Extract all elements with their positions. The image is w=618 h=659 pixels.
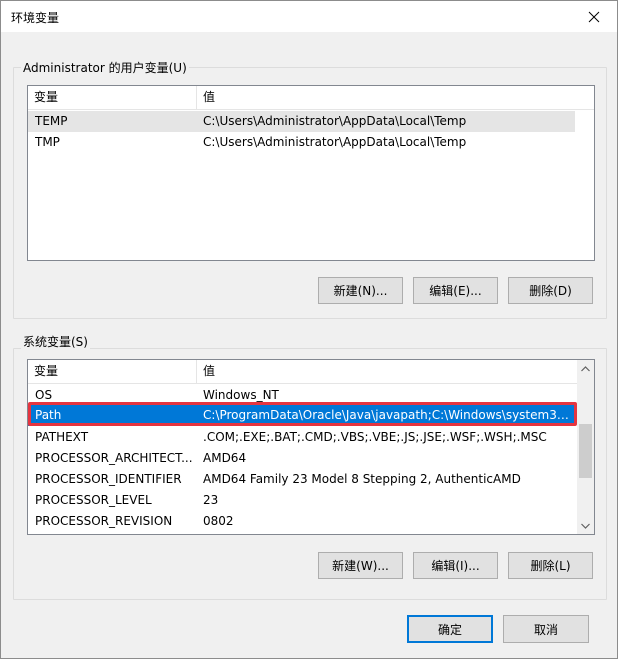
table-row[interactable]: PATHEXT .COM;.EXE;.BAT;.CMD;.VBS;.VBE;.J… [28,427,575,448]
title-bar: 环境变量 [1,1,617,32]
var-value: C:\Users\Administrator\AppData\Local\Tem… [203,135,467,149]
var-name: PATHEXT [35,430,89,444]
user-delete-button[interactable]: 删除(D) [508,277,593,304]
column-header-value[interactable]: 值 [197,86,577,109]
var-value: 0802 [203,514,234,528]
var-name: TEMP [35,114,68,128]
var-name: OS [35,388,53,402]
scroll-thumb[interactable] [579,424,592,478]
table-row[interactable]: PROCESSOR_ARCHITECT... AMD64 [28,448,575,469]
table-row[interactable]: PROCESSOR_LEVEL 23 [28,490,575,511]
system-new-button[interactable]: 新建(W)... [318,552,403,579]
table-row[interactable]: TEMP C:\Users\Administrator\AppData\Loca… [28,111,575,132]
var-name: PROCESSOR_ARCHITECT... [35,451,193,465]
var-value: C:\ProgramData\Oracle\Java\javapath;C:\W… [203,408,573,422]
chevron-up-icon [581,365,590,371]
var-name: TMP [35,135,60,149]
var-value: C:\Users\Administrator\AppData\Local\Tem… [203,114,467,128]
close-button[interactable] [571,1,617,32]
var-name: PROCESSOR_LEVEL [35,493,152,507]
var-value: AMD64 [203,451,247,465]
system-delete-button[interactable]: 删除(L) [508,552,593,579]
ok-button[interactable]: 确定 [407,615,493,643]
var-name: PROCESSOR_REVISION [35,514,173,528]
table-row[interactable]: PROCESSOR_REVISION 0802 [28,511,575,532]
column-header-name[interactable]: 变量 [28,360,197,383]
system-vars-label: 系统变量(S) [21,333,90,350]
user-vars-label: Administrator 的用户变量(U) [21,59,189,76]
list-header: 变量 值 [28,360,594,384]
table-row-selected[interactable]: Path C:\ProgramData\Oracle\Java\javapath… [28,405,575,426]
column-header-name[interactable]: 变量 [28,86,197,109]
table-row[interactable]: PROCESSOR_IDENTIFIER AMD64 Family 23 Mod… [28,469,575,490]
var-value: 23 [203,493,219,507]
var-value: Windows_NT [203,388,279,402]
var-name: Path [35,408,62,422]
table-row[interactable]: TMP C:\Users\Administrator\AppData\Local… [28,132,575,153]
var-value: AMD64 Family 23 Model 8 Stepping 2, Auth… [203,472,521,486]
user-new-button[interactable]: 新建(N)... [318,277,403,304]
var-value: .COM;.EXE;.BAT;.CMD;.VBS;.VBE;.JS;.JSE;.… [203,430,547,444]
env-vars-dialog: 环境变量 Administrator 的用户变量(U) 变量 值 TEMP C:… [0,0,618,659]
table-row[interactable]: OS Windows_NT [28,385,575,406]
user-edit-button[interactable]: 编辑(E)... [413,277,498,304]
cancel-button[interactable]: 取消 [503,615,589,643]
var-name: PROCESSOR_IDENTIFIER [35,472,182,486]
user-vars-list[interactable]: 变量 值 TEMP C:\Users\Administrator\AppData… [27,85,595,261]
window-title: 环境变量 [11,11,60,25]
system-edit-button[interactable]: 编辑(I)... [413,552,498,579]
list-header: 变量 值 [28,86,594,110]
chevron-down-icon [581,523,590,529]
close-icon [588,11,600,22]
scroll-up-arrow[interactable] [577,360,594,377]
vertical-scrollbar[interactable] [577,360,594,534]
system-vars-list[interactable]: 变量 值 OS Windows_NT Path C:\ProgramData\O… [27,359,595,535]
scroll-down-arrow[interactable] [577,517,594,534]
column-header-value[interactable]: 值 [197,360,577,383]
